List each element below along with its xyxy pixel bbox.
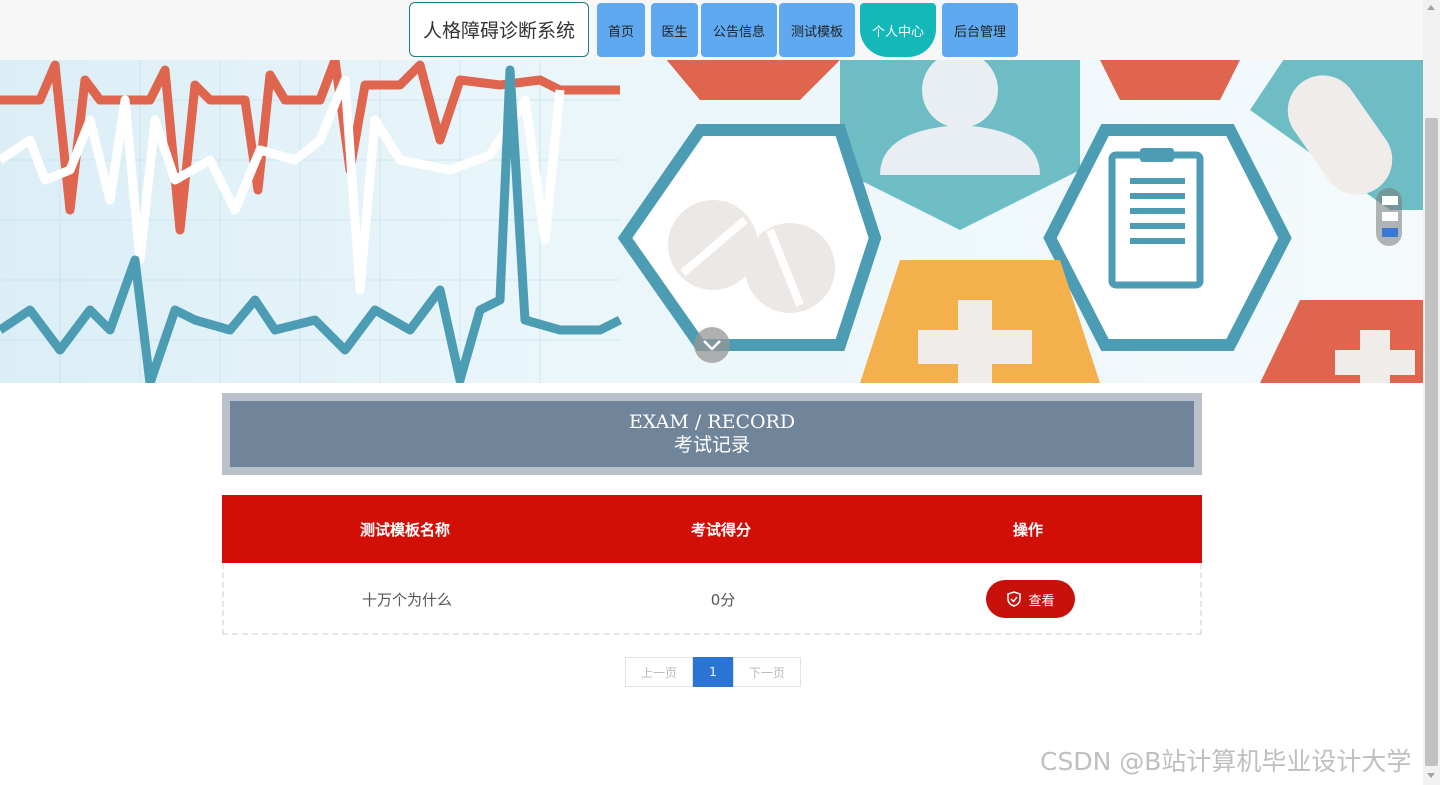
carousel-dot[interactable] <box>1382 196 1398 205</box>
chevron-down-icon <box>703 340 721 351</box>
pagination: 上一页 1 下一页 <box>625 657 801 687</box>
scroll-up-arrow-icon[interactable] <box>1427 5 1435 10</box>
section-title-cn: 考试记录 <box>673 434 750 456</box>
prev-page-button[interactable]: 上一页 <box>625 657 693 687</box>
hex-clipboard <box>1043 124 1292 351</box>
watermark: CSDN @B站计算机毕业设计大学 <box>1040 747 1412 776</box>
table-header: 测试模板名称 考试得分 操作 <box>222 495 1202 563</box>
section-title-box: EXAM / RECORD 考试记录 <box>222 393 1202 475</box>
view-button[interactable]: 查看 <box>986 580 1075 618</box>
shield-check-icon <box>1007 591 1022 607</box>
carousel-indicators <box>1376 188 1402 246</box>
column-header-template-name: 测试模板名称 <box>359 520 450 539</box>
nav-admin[interactable]: 后台管理 <box>942 3 1018 57</box>
page-number-current[interactable]: 1 <box>693 657 733 687</box>
nav-test-templates[interactable]: 测试模板 <box>779 3 855 57</box>
table-row: 十万个为什么 0分 查看 <box>222 563 1202 635</box>
scroll-down-button[interactable] <box>694 327 730 363</box>
nav-announcements[interactable]: 公告信息 <box>701 3 777 57</box>
column-header-action: 操作 <box>1012 520 1043 539</box>
top-header: 人格障碍诊断系统 首页 医生 公告信息 测试模板 个人中心 后台管理 <box>0 0 1423 60</box>
scrollbar-thumb[interactable] <box>1425 118 1438 766</box>
view-button-label: 查看 <box>1028 593 1055 609</box>
site-logo[interactable]: 人格障碍诊断系统 <box>409 2 589 57</box>
scroll-down-arrow-icon[interactable] <box>1427 773 1435 778</box>
hex-red-heart <box>1100 60 1240 100</box>
nav-home[interactable]: 首页 <box>597 3 645 57</box>
next-page-button[interactable]: 下一页 <box>733 657 801 687</box>
page-scrollbar[interactable] <box>1423 0 1440 785</box>
nav-doctor[interactable]: 医生 <box>651 3 698 57</box>
cell-template-name: 十万个为什么 <box>361 590 452 609</box>
column-header-score: 考试得分 <box>690 520 751 539</box>
nav-personal-center[interactable]: 个人中心 <box>860 3 936 57</box>
carousel-dot[interactable] <box>1382 212 1398 221</box>
carousel-dot-active[interactable] <box>1382 228 1398 237</box>
hex-red-top <box>666 60 840 100</box>
cell-score: 0分 <box>710 590 736 609</box>
section-title-en: EXAM / RECORD <box>628 411 796 433</box>
